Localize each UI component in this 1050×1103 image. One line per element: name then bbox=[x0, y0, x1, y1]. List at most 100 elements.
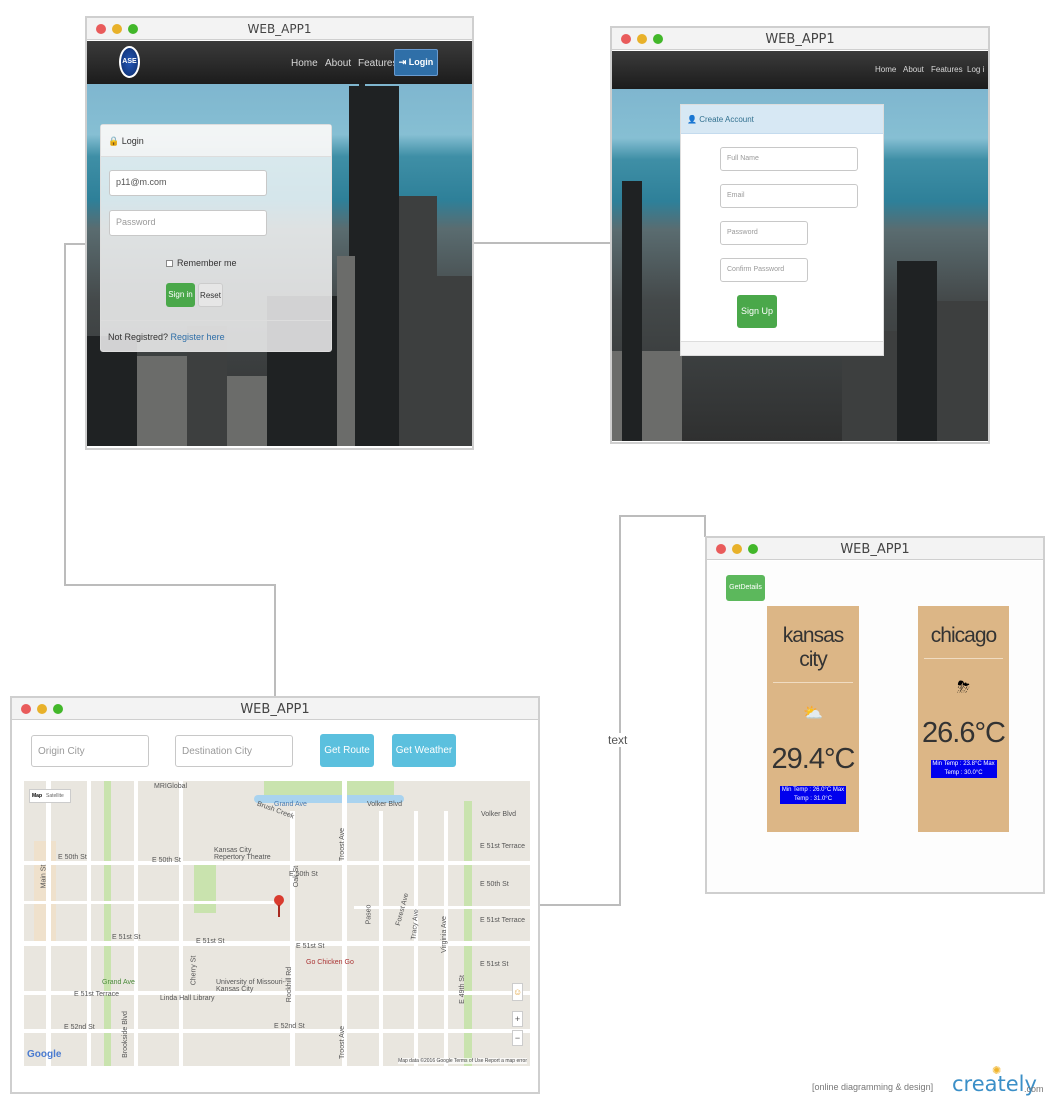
park-strip bbox=[104, 781, 111, 1066]
road bbox=[24, 901, 274, 904]
map-label: Virginia Ave bbox=[440, 916, 448, 953]
map-label: E 52nd St bbox=[274, 1023, 305, 1030]
nav-home[interactable]: Home bbox=[291, 58, 318, 69]
signup-window-titlebar: WEB_APP1 bbox=[612, 28, 988, 50]
map-label: Linda Hall Library bbox=[160, 995, 215, 1002]
minimize-dot[interactable] bbox=[37, 704, 47, 714]
maximize-dot[interactable] bbox=[53, 704, 63, 714]
map-label: E 49th St bbox=[458, 975, 466, 1004]
signup-button[interactable]: Sign Up bbox=[737, 295, 777, 328]
map-label: E 50th St bbox=[152, 857, 181, 864]
ase-logo: ASE bbox=[119, 46, 140, 78]
creately-suffix: .com bbox=[1024, 1084, 1044, 1094]
map-window-titlebar: WEB_APP1 bbox=[12, 698, 538, 720]
login-window: WEB_APP1 ASE Home About Features ⇥ Login… bbox=[85, 16, 474, 450]
google-logo: Google bbox=[27, 1049, 62, 1060]
building bbox=[227, 376, 267, 446]
card-divider bbox=[773, 682, 853, 683]
weather-card-kansas-city: kansas city ⛅ 29.4°C Min Temp : 26.0°C M… bbox=[767, 606, 859, 832]
password-field[interactable]: Password bbox=[109, 210, 267, 236]
email-field[interactable]: Email bbox=[720, 184, 858, 208]
weather-window: WEB_APP1 GetDetails kansas city ⛅ 29.4°C… bbox=[705, 536, 1045, 894]
nav-about[interactable]: About bbox=[903, 65, 924, 74]
maximize-dot[interactable] bbox=[748, 544, 758, 554]
login-panel: 🔒 Login p11@m.com Password Remember me S… bbox=[100, 124, 332, 352]
nav-home[interactable]: Home bbox=[875, 65, 896, 74]
map-view[interactable]: MRIGlobal Kansas City Repertory Theatre … bbox=[24, 781, 530, 1066]
temperature: 26.6°C bbox=[922, 717, 1006, 749]
map-label: Troost Ave bbox=[339, 1025, 347, 1060]
map-type-toggle[interactable]: Map Satellite bbox=[29, 789, 71, 803]
map-label: Cherry St bbox=[190, 955, 198, 986]
park-strip bbox=[464, 801, 472, 1066]
nav-features[interactable]: Features bbox=[358, 58, 397, 69]
signup-navbar: Home About Features Log i bbox=[612, 51, 988, 89]
fullname-field[interactable]: Full Name bbox=[720, 147, 858, 171]
signup-window: WEB_APP1 Home About Features Log i 👤 Cre… bbox=[610, 26, 990, 444]
destination-city-field[interactable]: Destination City bbox=[175, 735, 293, 767]
nav-features[interactable]: Features bbox=[931, 65, 963, 74]
map-label: Oak St bbox=[293, 865, 301, 888]
city-name: chicago bbox=[930, 624, 997, 647]
login-panel-header: 🔒 Login bbox=[101, 125, 331, 157]
building bbox=[399, 196, 437, 446]
map-label: Troost Ave bbox=[339, 827, 347, 862]
zoom-in-button[interactable]: + bbox=[512, 1011, 523, 1027]
signin-button[interactable]: Sign in bbox=[166, 283, 195, 307]
map-toggle-satellite[interactable]: Satellite bbox=[44, 790, 66, 802]
building bbox=[137, 356, 187, 446]
city-name: kansas city bbox=[782, 624, 845, 671]
sign-in-icon: ⇥ bbox=[398, 57, 407, 67]
minimize-dot[interactable] bbox=[637, 34, 647, 44]
temperature: 29.4°C bbox=[771, 743, 856, 775]
map-label: Go Chicken Go bbox=[306, 959, 354, 966]
map-label: Brookside Blvd bbox=[121, 1011, 129, 1058]
close-dot[interactable] bbox=[716, 544, 726, 554]
close-dot[interactable] bbox=[621, 34, 631, 44]
road bbox=[342, 781, 347, 1066]
maximize-dot[interactable] bbox=[128, 24, 138, 34]
connector-map-weather-v2 bbox=[704, 515, 706, 537]
map-toggle-map[interactable]: Map bbox=[30, 790, 44, 802]
window-title: WEB_APP1 bbox=[765, 32, 835, 47]
password-field[interactable]: Password bbox=[720, 221, 808, 245]
building bbox=[937, 301, 988, 441]
nav-login[interactable]: Log i bbox=[967, 65, 984, 74]
origin-city-field[interactable]: Origin City bbox=[31, 735, 149, 767]
email-field[interactable]: p11@m.com bbox=[109, 170, 267, 196]
maximize-dot[interactable] bbox=[653, 34, 663, 44]
remember-checkbox[interactable] bbox=[166, 260, 173, 267]
map-label: E 51st St bbox=[112, 934, 141, 941]
sun-icon: ✺ bbox=[992, 1065, 1002, 1077]
close-dot[interactable] bbox=[96, 24, 106, 34]
road bbox=[379, 811, 383, 1066]
connector-map-weather-h2 bbox=[619, 515, 705, 517]
map-window: WEB_APP1 Origin City Destination City Ge… bbox=[10, 696, 540, 1094]
reset-button[interactable]: Reset bbox=[198, 283, 223, 307]
register-link[interactable]: Register here bbox=[171, 332, 225, 342]
nav-about[interactable]: About bbox=[325, 58, 351, 69]
minimize-dot[interactable] bbox=[732, 544, 742, 554]
get-route-button[interactable]: Get Route bbox=[320, 734, 374, 767]
map-label: E 51st Terrace bbox=[480, 843, 526, 850]
map-label: E 51st Terrace bbox=[74, 991, 120, 998]
street-view-icon[interactable]: ☺ bbox=[512, 983, 523, 1001]
user-icon: 👤 bbox=[687, 115, 697, 124]
partly-cloudy-icon: ⛅ bbox=[803, 705, 823, 722]
login-navbar: ASE Home About Features ⇥ Login bbox=[87, 41, 472, 84]
map-label: Paseo bbox=[365, 904, 373, 925]
signup-panel-footer bbox=[681, 341, 883, 355]
road bbox=[179, 781, 183, 1066]
nav-login-button[interactable]: ⇥ Login bbox=[394, 49, 438, 76]
confirm-password-field[interactable]: Confirm Password bbox=[720, 258, 808, 282]
minimize-dot[interactable] bbox=[112, 24, 122, 34]
campus-area bbox=[34, 841, 56, 941]
zoom-out-button[interactable]: − bbox=[512, 1030, 523, 1046]
close-dot[interactable] bbox=[21, 704, 31, 714]
get-details-button[interactable]: GetDetails bbox=[726, 575, 765, 601]
login-window-titlebar: WEB_APP1 bbox=[87, 18, 472, 40]
map-label: Grand Ave bbox=[274, 801, 307, 808]
connector-login-map-v1 bbox=[64, 243, 66, 585]
get-weather-button[interactable]: Get Weather bbox=[392, 734, 456, 767]
map-footer: Map data ©2016 Google Terms of Use Repor… bbox=[398, 1058, 527, 1064]
